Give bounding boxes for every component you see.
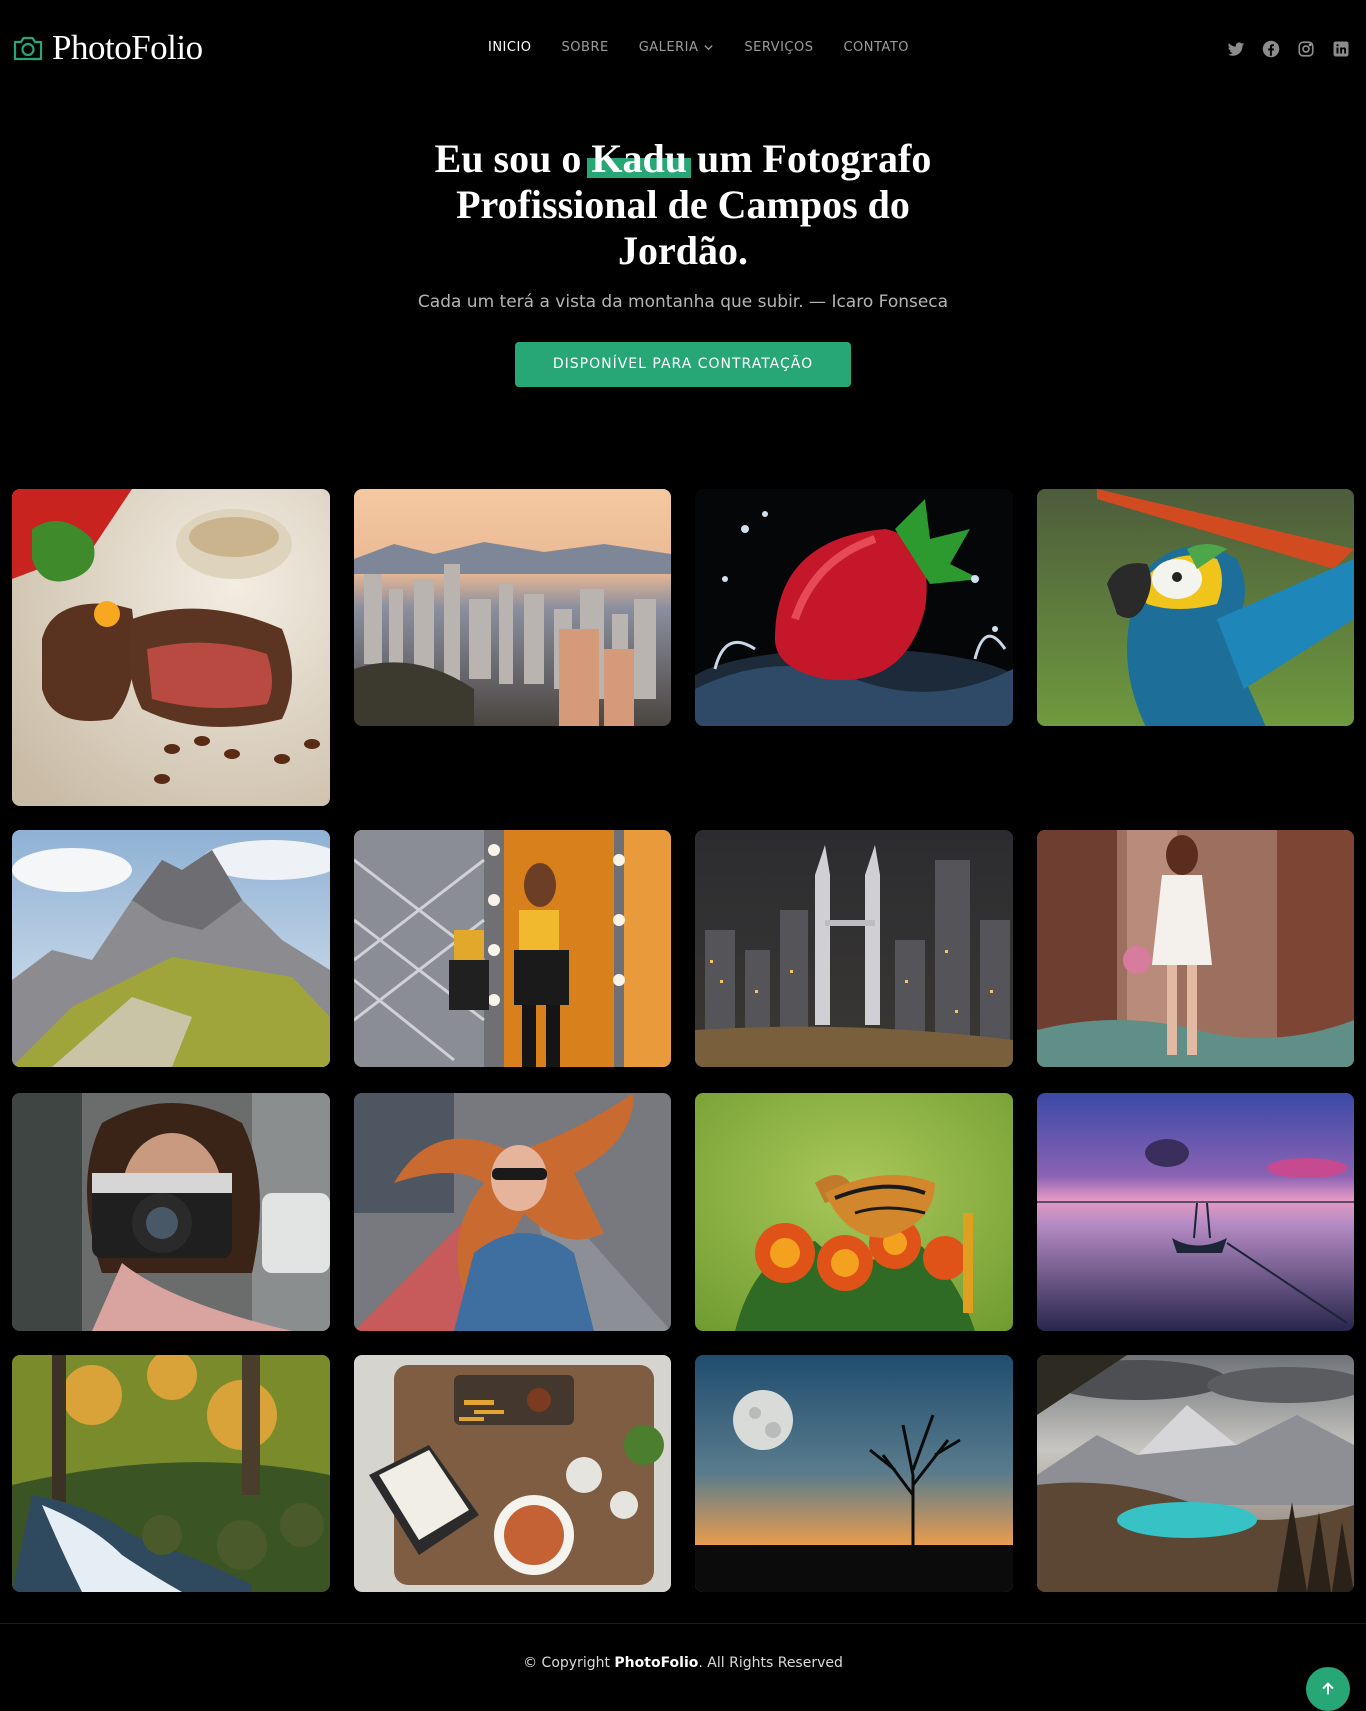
forest-girl-photo[interactable]: [1037, 830, 1354, 1067]
copyright-prefix: © Copyright: [523, 1655, 615, 1671]
arrow-up-icon: [1322, 1682, 1334, 1695]
mirror-models-photo[interactable]: [354, 830, 671, 1067]
moon-tree-sunset-photo[interactable]: [695, 1355, 1013, 1592]
nav-item-contato[interactable]: Contato: [843, 40, 909, 55]
hero-title: Eu sou o Kadu um Fotografo Profissional …: [403, 136, 963, 274]
waterfall-forest-photo[interactable]: [12, 1355, 330, 1592]
scroll-top-button[interactable]: [1306, 1667, 1350, 1711]
nav-item-label: Contato: [843, 40, 909, 55]
nav-item-galeria[interactable]: Galeria: [639, 40, 715, 55]
nav-item-label: Serviços: [744, 40, 814, 55]
hero-section: Eu sou o Kadu um Fotografo Profissional …: [0, 136, 1366, 387]
facebook-icon[interactable]: [1262, 40, 1280, 58]
hero-subtitle: Cada um terá a vista da montanha que sub…: [417, 292, 949, 312]
food-table-photo[interactable]: [354, 1355, 671, 1592]
nav-item-servicos[interactable]: Serviços: [744, 40, 813, 55]
hero-title-highlight: Kadu: [587, 136, 691, 181]
gallery-grid: [12, 489, 1354, 1592]
lake-boat-sunset-photo[interactable]: [1037, 1093, 1354, 1331]
copyright-brand: PhotoFolio: [614, 1655, 699, 1671]
steak-photo[interactable]: [12, 489, 330, 806]
city-skyline-photo[interactable]: [354, 489, 671, 726]
hire-me-button[interactable]: DISPONÍVEL PARA CONTRATAÇÃO: [514, 342, 852, 387]
camera-icon: [13, 36, 43, 61]
macaw-photo[interactable]: [1037, 489, 1354, 726]
woman-camera-photo[interactable]: [12, 1093, 330, 1331]
windblown-hair-photo[interactable]: [354, 1093, 671, 1331]
strawberry-splash-photo[interactable]: [695, 489, 1013, 726]
brand-logo[interactable]: PhotoFolio: [12, 28, 203, 68]
social-links: [1227, 40, 1350, 58]
main-nav: Inicio Sobre Galeria Serviços Contato: [488, 40, 909, 55]
site-header: PhotoFolio Inicio Sobre Galeria Serviços…: [0, 0, 1366, 100]
instagram-icon[interactable]: [1297, 40, 1315, 58]
mountain-lake-photo[interactable]: [1037, 1355, 1354, 1592]
linkedin-icon[interactable]: [1332, 40, 1350, 58]
petronas-towers-photo[interactable]: [695, 830, 1013, 1067]
twitter-icon[interactable]: [1227, 40, 1245, 58]
copyright-suffix: . All Rights Reserved: [698, 1655, 843, 1671]
nav-item-inicio[interactable]: Inicio: [488, 40, 532, 55]
nav-item-label: Inicio: [488, 40, 532, 55]
mountain-peak-photo[interactable]: [12, 830, 330, 1067]
hero-title-part: Eu sou o: [434, 136, 592, 181]
chevron-down-icon: [704, 45, 714, 51]
nav-item-label: Sobre: [561, 40, 609, 55]
butterfly-photo[interactable]: [695, 1093, 1013, 1331]
nav-item-sobre[interactable]: Sobre: [562, 40, 609, 55]
nav-item-label: Galeria: [638, 40, 699, 55]
footer-divider: [0, 1623, 1366, 1624]
brand-name: PhotoFolio: [52, 28, 203, 67]
footer-copyright: © Copyright PhotoFolio. All Rights Reser…: [0, 1655, 1366, 1671]
